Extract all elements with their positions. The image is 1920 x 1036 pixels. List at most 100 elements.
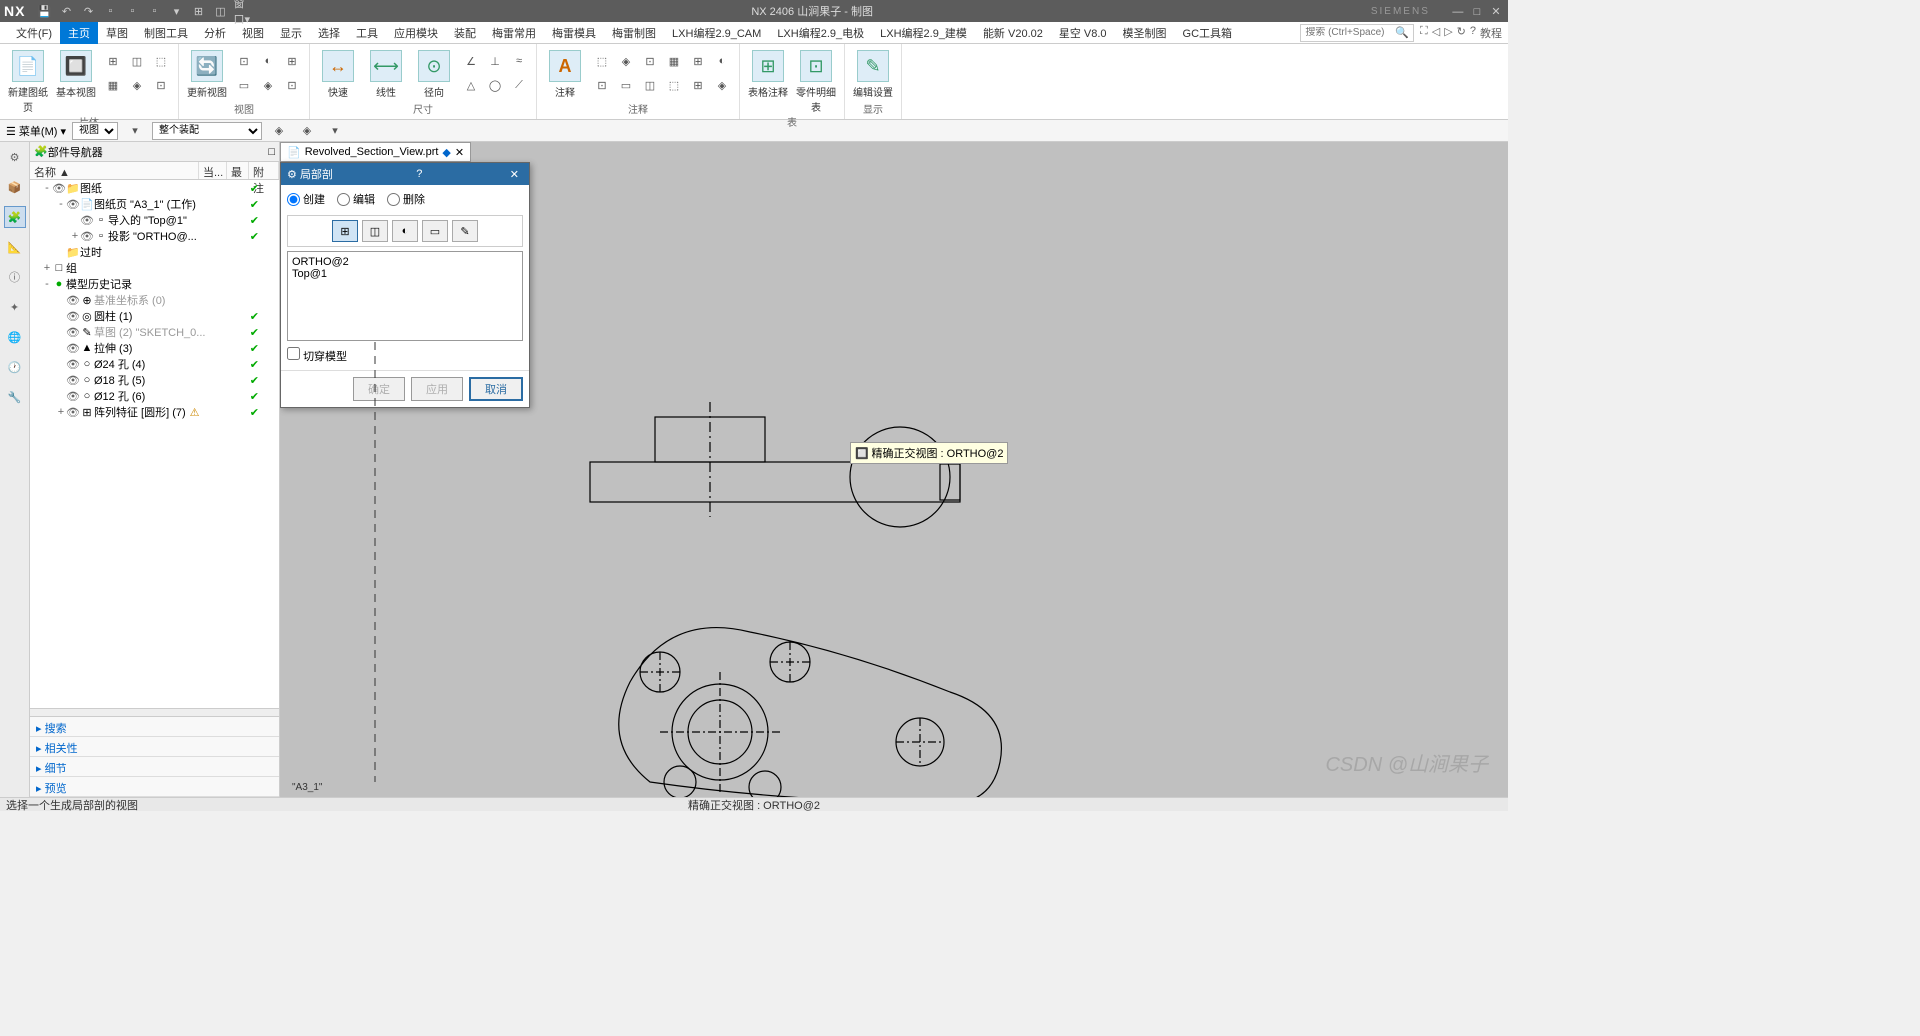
radial-dim-button[interactable]: ⊙径向 bbox=[412, 50, 456, 99]
undo-icon[interactable]: ↶ bbox=[57, 2, 75, 20]
toolbar-icon[interactable]: ◈ bbox=[296, 120, 318, 142]
back-icon[interactable]: ◁ bbox=[1432, 25, 1440, 41]
tree-row[interactable]: 👁○Ø18 孔 (5)✔ bbox=[30, 372, 279, 388]
note-button[interactable]: A注释 bbox=[543, 50, 587, 99]
ribbon-icon[interactable]: ◯ bbox=[484, 74, 506, 96]
qat-icon[interactable]: ◫ bbox=[211, 2, 229, 20]
ribbon-icon[interactable]: ◐ bbox=[711, 50, 733, 72]
ribbon-icon[interactable]: ⊞ bbox=[687, 74, 709, 96]
menu-xk[interactable]: 星空 V8.0 bbox=[1051, 22, 1115, 44]
save-icon[interactable]: 💾 bbox=[35, 2, 53, 20]
tree-row[interactable]: -●模型历史记录 bbox=[30, 276, 279, 292]
ribbon-icon[interactable]: ⬚ bbox=[591, 50, 613, 72]
redo-icon[interactable]: ↷ bbox=[79, 2, 97, 20]
menu-ml3[interactable]: 梅雷制图 bbox=[604, 22, 664, 44]
filter-select-2[interactable]: 整个装配 bbox=[152, 122, 262, 140]
refresh-icon[interactable]: ↻ bbox=[1457, 25, 1466, 41]
menu-lxh1[interactable]: LXH编程2.9_CAM bbox=[664, 22, 769, 44]
search-input[interactable] bbox=[1305, 27, 1395, 38]
section-detail[interactable]: ▸ 细节 bbox=[30, 757, 279, 777]
ribbon-icon[interactable]: ⊡ bbox=[639, 50, 661, 72]
ribbon-icon[interactable]: ⊡ bbox=[150, 74, 172, 96]
close-icon[interactable]: ✕ bbox=[1488, 5, 1504, 18]
rail-icon[interactable]: ⚙ bbox=[4, 146, 26, 168]
ribbon-icon[interactable]: ◈ bbox=[711, 74, 733, 96]
ribbon-icon[interactable]: ◫ bbox=[639, 74, 661, 96]
ribbon-icon[interactable]: ⊡ bbox=[591, 74, 613, 96]
menu-tools[interactable]: 工具 bbox=[348, 22, 386, 44]
tree-row[interactable]: 👁▫导入的 "Top@1"✔ bbox=[30, 212, 279, 228]
tutorial-link[interactable]: 教程 bbox=[1480, 25, 1502, 41]
rail-icon[interactable]: ⓘ bbox=[4, 266, 26, 288]
section-search[interactable]: ▸ 搜索 bbox=[30, 717, 279, 737]
ribbon-icon[interactable]: △ bbox=[460, 74, 482, 96]
navigator-tree[interactable]: -👁📁图纸✔-👁📄图纸页 "A3_1" (工作)✔ 👁▫导入的 "Top@1"✔… bbox=[30, 180, 279, 708]
menu-ml2[interactable]: 梅雷模具 bbox=[544, 22, 604, 44]
section-preview[interactable]: ▸ 预览 bbox=[30, 777, 279, 797]
ribbon-icon[interactable]: ⊡ bbox=[233, 50, 255, 72]
menu-display[interactable]: 显示 bbox=[272, 22, 310, 44]
table-note-button[interactable]: ⊞表格注释 bbox=[746, 50, 790, 99]
ribbon-icon[interactable]: ▦ bbox=[102, 74, 124, 96]
qat-icon[interactable]: ▫ bbox=[101, 2, 119, 20]
tree-row[interactable]: +👁▫投影 "ORTHO@...✔ bbox=[30, 228, 279, 244]
ribbon-icon[interactable]: ⟋ bbox=[508, 74, 530, 96]
menu-lxh3[interactable]: LXH编程2.9_建模 bbox=[872, 22, 975, 44]
filter-icon[interactable]: ▾ bbox=[124, 120, 146, 142]
ribbon-icon[interactable]: ⊥ bbox=[484, 50, 506, 72]
ribbon-icon[interactable]: ⊡ bbox=[281, 74, 303, 96]
menu-dropdown[interactable]: ☰ 菜单(M) ▾ bbox=[6, 123, 66, 139]
ribbon-icon[interactable]: ◫ bbox=[126, 50, 148, 72]
part-navigator-icon[interactable]: 🧩 bbox=[4, 206, 26, 228]
fwd-icon[interactable]: ▷ bbox=[1444, 25, 1452, 41]
ribbon-icon[interactable]: ▭ bbox=[233, 74, 255, 96]
menu-lxh2[interactable]: LXH编程2.9_电极 bbox=[769, 22, 872, 44]
ribbon-icon[interactable]: ≈ bbox=[508, 50, 530, 72]
menu-analysis[interactable]: 分析 bbox=[196, 22, 234, 44]
section-related[interactable]: ▸ 相关性 bbox=[30, 737, 279, 757]
tree-row[interactable]: +□组 bbox=[30, 260, 279, 276]
menu-file[interactable]: 文件(F) bbox=[8, 22, 60, 44]
window-menu[interactable]: 窗口▾ bbox=[233, 2, 251, 20]
menu-gc[interactable]: GC工具箱 bbox=[1175, 22, 1241, 44]
rail-icon[interactable]: ✦ bbox=[4, 296, 26, 318]
rail-icon[interactable]: 📐 bbox=[4, 236, 26, 258]
menu-home[interactable]: 主页 bbox=[60, 22, 98, 44]
quick-dim-button[interactable]: ↔快速 bbox=[316, 50, 360, 99]
ribbon-icon[interactable]: ◈ bbox=[126, 74, 148, 96]
menu-sketch[interactable]: 草图 bbox=[98, 22, 136, 44]
tree-row[interactable]: +👁⊞阵列特征 [圆形] (7)⚠✔ bbox=[30, 404, 279, 420]
qat-icon[interactable]: ⊞ bbox=[189, 2, 207, 20]
ribbon-icon[interactable]: ▦ bbox=[663, 50, 685, 72]
menu-app[interactable]: 应用模块 bbox=[386, 22, 446, 44]
maximize-icon[interactable]: □ bbox=[1469, 6, 1485, 18]
qat-icon[interactable]: ▾ bbox=[167, 2, 185, 20]
minimize-icon[interactable]: — bbox=[1450, 6, 1466, 18]
search-box[interactable]: 🔍 bbox=[1300, 24, 1414, 42]
base-view-button[interactable]: 🔲基本视图 bbox=[54, 50, 98, 99]
menu-assembly[interactable]: 装配 bbox=[446, 22, 484, 44]
ribbon-icon[interactable]: ⊞ bbox=[102, 50, 124, 72]
menu-ms[interactable]: 模圣制图 bbox=[1115, 22, 1175, 44]
rail-icon[interactable]: 🔧 bbox=[4, 386, 26, 408]
qat-icon[interactable]: ▫ bbox=[145, 2, 163, 20]
ribbon-icon[interactable]: ⊞ bbox=[281, 50, 303, 72]
ribbon-icon[interactable]: ◈ bbox=[257, 74, 279, 96]
menu-ml1[interactable]: 梅雷常用 bbox=[484, 22, 544, 44]
toolbar-icon[interactable]: ◈ bbox=[268, 120, 290, 142]
tree-row[interactable]: 👁✎草图 (2) "SKETCH_0...✔ bbox=[30, 324, 279, 340]
edit-settings-button[interactable]: ✎编辑设置 bbox=[851, 50, 895, 99]
ribbon-icon[interactable]: ◈ bbox=[615, 50, 637, 72]
fullscreen-icon[interactable]: ⛶ bbox=[1420, 25, 1428, 41]
rail-icon[interactable]: 🕐 bbox=[4, 356, 26, 378]
drawing-canvas[interactable]: 📄 Revolved_Section_View.prt ◆ ✕ ⚙ 局部剖 ? … bbox=[280, 142, 1508, 797]
menu-draft-tools[interactable]: 制图工具 bbox=[136, 22, 196, 44]
update-view-button[interactable]: 🔄更新视图 bbox=[185, 50, 229, 99]
tree-row[interactable]: 👁⊕基准坐标系 (0) bbox=[30, 292, 279, 308]
menu-view[interactable]: 视图 bbox=[234, 22, 272, 44]
menu-nx[interactable]: 能新 V20.02 bbox=[975, 22, 1051, 44]
help-icon[interactable]: ? bbox=[1470, 25, 1476, 41]
linear-dim-button[interactable]: ⟷线性 bbox=[364, 50, 408, 99]
tree-row[interactable]: 👁○Ø24 孔 (4)✔ bbox=[30, 356, 279, 372]
toolbar-icon[interactable]: ▾ bbox=[324, 120, 346, 142]
